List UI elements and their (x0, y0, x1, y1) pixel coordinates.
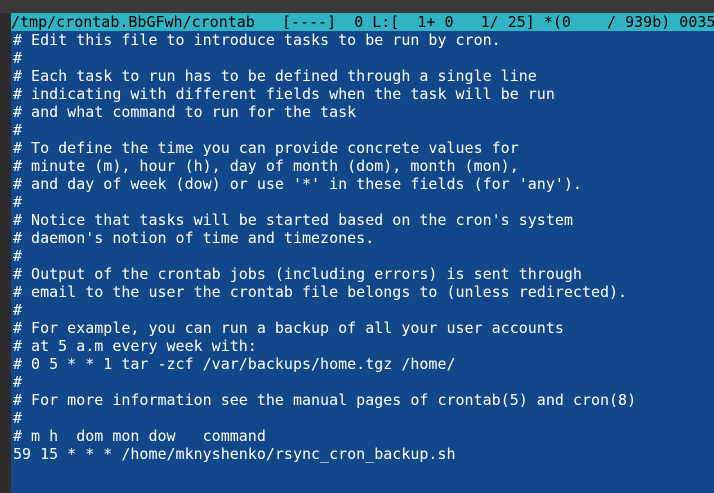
editor-line[interactable]: # minute (m), hour (h), day of month (do… (11, 157, 714, 175)
editor-line[interactable]: # daemon's notion of time and timezones. (11, 229, 714, 247)
editor-line[interactable]: # For more information see the manual pa… (11, 391, 714, 409)
terminal-window: /tmp/crontab.BbGFwh/crontab [----] 0 L:[… (0, 0, 714, 493)
editor-line[interactable]: # (11, 409, 714, 427)
editor-line[interactable]: 59 15 * * * /home/mknyshenko/rsync_cron_… (11, 445, 714, 463)
editor-line[interactable]: # (11, 193, 714, 211)
editor-line[interactable]: # indicating with different fields when … (11, 85, 714, 103)
editor-line[interactable]: # (11, 49, 714, 67)
editor-line[interactable]: # (11, 301, 714, 319)
editor-text-area[interactable]: # Edit this file to introduce tasks to b… (11, 31, 714, 493)
editor-line[interactable]: # (11, 373, 714, 391)
editor-line[interactable]: # m h dom mon dow command (11, 427, 714, 445)
editor-line[interactable]: # For example, you can run a backup of a… (11, 319, 714, 337)
editor-line[interactable]: # Each task to run has to be defined thr… (11, 67, 714, 85)
window-top-strip (0, 0, 714, 13)
status-file-path: /tmp/crontab.BbGFwh/crontab (11, 13, 255, 31)
status-flags: [----] (281, 13, 337, 31)
editor-line[interactable]: # (11, 247, 714, 265)
editor-line[interactable]: # and day of week (dow) or use '*' in th… (11, 175, 714, 193)
editor-line[interactable]: # Edit this file to introduce tasks to b… (11, 31, 714, 49)
editor-line[interactable]: # and what command to run for the task (11, 103, 714, 121)
status-position: 0 L:[ 1+ 0 1/ 25] *(0 / 939b) 0035 (354, 13, 714, 31)
editor-line[interactable]: # (11, 121, 714, 139)
editor-line[interactable]: # Notice that tasks will be started base… (11, 211, 714, 229)
editor-line[interactable]: # To define the time you can provide con… (11, 139, 714, 157)
left-gutter (0, 13, 11, 493)
editor-line[interactable]: # Output of the crontab jobs (including … (11, 265, 714, 283)
editor-line[interactable]: # at 5 a.m every week with: (11, 337, 714, 355)
editor-status-bar: /tmp/crontab.BbGFwh/crontab [----] 0 L:[… (11, 13, 714, 31)
editor-line[interactable]: # email to the user the crontab file bel… (11, 283, 714, 301)
editor-line[interactable]: # 0 5 * * 1 tar -zcf /var/backups/home.t… (11, 355, 714, 373)
